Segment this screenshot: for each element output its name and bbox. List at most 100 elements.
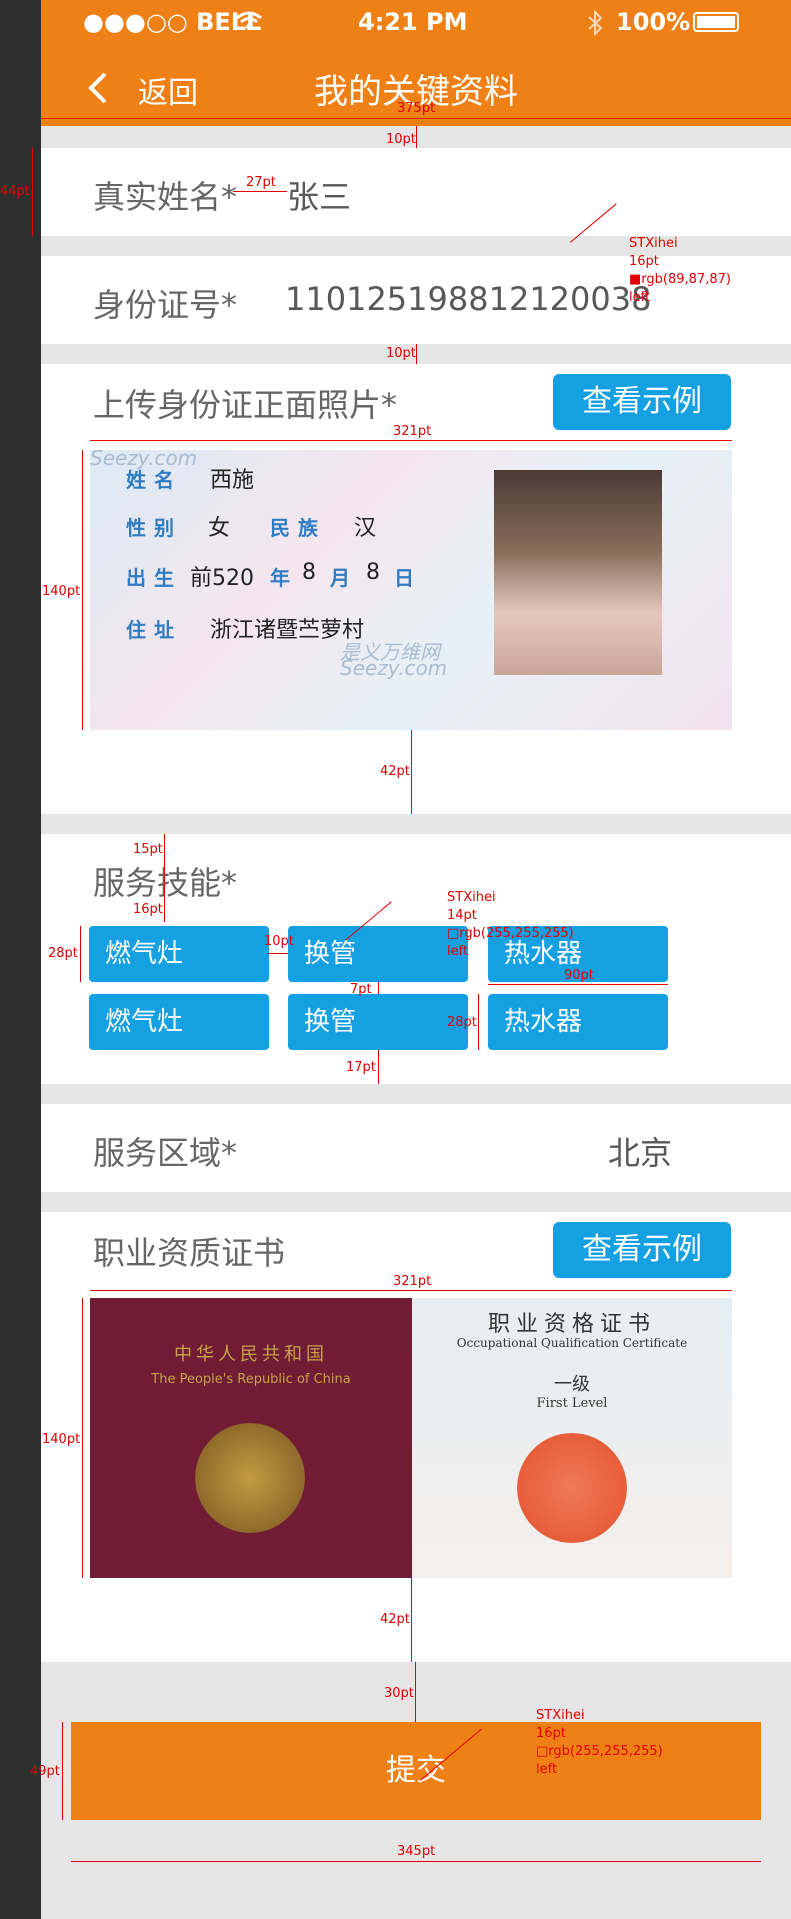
- service-area-row[interactable]: 服务区域* 北京: [41, 1104, 791, 1192]
- cert-en-title: Occupational Qualification Certificate: [456, 1336, 688, 1350]
- annotation-height: 28pt: [48, 946, 78, 961]
- skill-tag[interactable]: 换管: [288, 994, 468, 1050]
- idcard-nation-field: 民族: [270, 516, 326, 540]
- wifi-icon: [236, 11, 262, 30]
- idcard-birth-field: 出生: [126, 566, 182, 590]
- certificate-page: 职业资格证书 Occupational Qualification Certif…: [412, 1298, 732, 1578]
- service-area-value[interactable]: 北京: [608, 1128, 672, 1174]
- cert-view-example-button[interactable]: 查看示例: [553, 1222, 731, 1278]
- bluetooth-icon: [588, 10, 603, 36]
- annotation-gap: 15pt: [133, 842, 163, 857]
- idcard-birth-month: 8: [302, 560, 316, 585]
- annotation-height: 140pt: [42, 1432, 81, 1447]
- annotation-gap: 17pt: [346, 1060, 376, 1075]
- id-number-row[interactable]: 身份证号* 110125198812120038: [41, 256, 791, 344]
- certificate-image[interactable]: 中华人民共和国 The People's Republic of China 职…: [90, 1298, 732, 1578]
- clock: 4:21 PM: [358, 8, 468, 36]
- annotation-line: [268, 953, 288, 954]
- annotation-line: [416, 126, 417, 148]
- portrait-photo: [494, 470, 662, 675]
- annotation-height: 28pt: [447, 1015, 477, 1030]
- view-example-button[interactable]: 查看示例: [553, 374, 731, 430]
- battery-icon: [693, 12, 739, 32]
- annotation-line: [80, 926, 81, 982]
- upload-id-label: 上传身份证正面照片*: [93, 386, 398, 424]
- annotation-width: 90pt: [564, 968, 594, 983]
- annotation-gap: 16pt: [133, 902, 163, 917]
- idcard-day-unit: 日: [394, 566, 414, 590]
- idcard-name: 西施: [210, 468, 255, 493]
- annotation-font: STXihei: [629, 236, 678, 251]
- annotation-font: left: [447, 944, 469, 959]
- annotation-line: [378, 1050, 379, 1084]
- annotation-width: 321pt: [393, 424, 432, 439]
- idcard-sex: 女: [208, 516, 231, 541]
- idcard-name-field: 姓名: [126, 468, 182, 492]
- annotation-line: [71, 1861, 761, 1862]
- annotation-line: [82, 1298, 83, 1578]
- red-emblem-icon: [517, 1433, 627, 1543]
- annotation-gap: 7pt: [350, 982, 372, 997]
- skill-tag[interactable]: 燃气灶: [89, 926, 269, 982]
- annotation-height: 140pt: [42, 584, 81, 599]
- annotation-line: [411, 730, 412, 814]
- cert-cn-title: 职业资格证书: [487, 1312, 656, 1337]
- annotation-font: 16pt: [536, 1726, 566, 1741]
- battery-percent: 100%: [616, 8, 691, 36]
- annotation-height: 44pt: [0, 184, 30, 199]
- annotation-line: [411, 1578, 412, 1662]
- annotation-font: 14pt: [447, 908, 477, 923]
- skills-label: 服务技能*: [93, 864, 238, 902]
- annotation-font: □rgb(255,255,255): [536, 1744, 663, 1759]
- status-bar: ●●●○○ BELL 4:21 PM 100%: [41, 0, 791, 46]
- idcard-sex-field: 性别: [126, 516, 182, 540]
- skill-tag[interactable]: 热水器: [488, 994, 668, 1050]
- annotation-gap: 10pt: [264, 934, 294, 949]
- annotation-font: STXihei: [536, 1708, 585, 1723]
- annotation-line: [82, 450, 83, 730]
- national-emblem-icon: [195, 1423, 305, 1533]
- annotation-line: [164, 834, 165, 922]
- submit-button[interactable]: 提交: [71, 1722, 761, 1820]
- annotation-line: [478, 994, 479, 1050]
- annotation-line: [90, 1290, 732, 1291]
- annotation-line: [41, 118, 791, 119]
- name-label: 真实姓名*: [93, 178, 238, 216]
- idcard-birth-year: 前520: [190, 566, 254, 591]
- annotation-line: [378, 982, 379, 994]
- name-row[interactable]: 真实姓名* 张三: [41, 148, 791, 236]
- watermark-bottom: Seezy.com: [340, 656, 448, 680]
- annotation-gap: 42pt: [380, 764, 410, 779]
- idcard-month-unit: 月: [330, 566, 350, 590]
- annotation-line: [415, 1662, 416, 1722]
- left-margin-strip: [0, 0, 41, 1919]
- skill-tag[interactable]: 换管: [288, 926, 468, 982]
- annotation-width: 345pt: [397, 1844, 436, 1859]
- annotation-font: STXihei: [447, 890, 496, 905]
- annotation-gap: 42pt: [380, 1612, 410, 1627]
- idcard-address-field: 住址: [126, 618, 182, 642]
- idcard-year-unit: 年: [270, 566, 290, 590]
- cover-en-title: The People's Republic of China: [151, 1372, 351, 1387]
- annotation-gap: 10pt: [386, 132, 416, 147]
- annotation-width: 321pt: [393, 1274, 432, 1289]
- annotation-gap: 27pt: [246, 175, 276, 190]
- service-area-label: 服务区域*: [93, 1134, 238, 1172]
- annotation-font: left: [536, 1762, 558, 1777]
- annotation-font: 16pt: [629, 254, 659, 269]
- id-label: 身份证号*: [93, 286, 238, 324]
- annotation-line: [233, 191, 287, 192]
- skill-tag[interactable]: 燃气灶: [89, 994, 269, 1050]
- id-card-image[interactable]: Seezy.com 姓名 西施 性别 女 民族 汉 出生 前520 年 8 月 …: [90, 450, 732, 730]
- annotation-height: 49pt: [30, 1764, 60, 1779]
- annotation-gap: 30pt: [384, 1686, 414, 1701]
- id-value[interactable]: 110125198812120038: [285, 280, 651, 318]
- skills-section: 服务技能* 燃气灶 换管 热水器 燃气灶 换管 热水器: [41, 834, 791, 1084]
- annotation-line: [32, 148, 33, 236]
- name-value[interactable]: 张三: [287, 172, 351, 218]
- certificate-cover: 中华人民共和国 The People's Republic of China: [90, 1298, 412, 1578]
- idcard-birth-day: 8: [366, 560, 380, 585]
- annotation-line: [62, 1722, 63, 1820]
- annotation-font: left: [629, 290, 651, 305]
- annotation-line: [90, 440, 732, 441]
